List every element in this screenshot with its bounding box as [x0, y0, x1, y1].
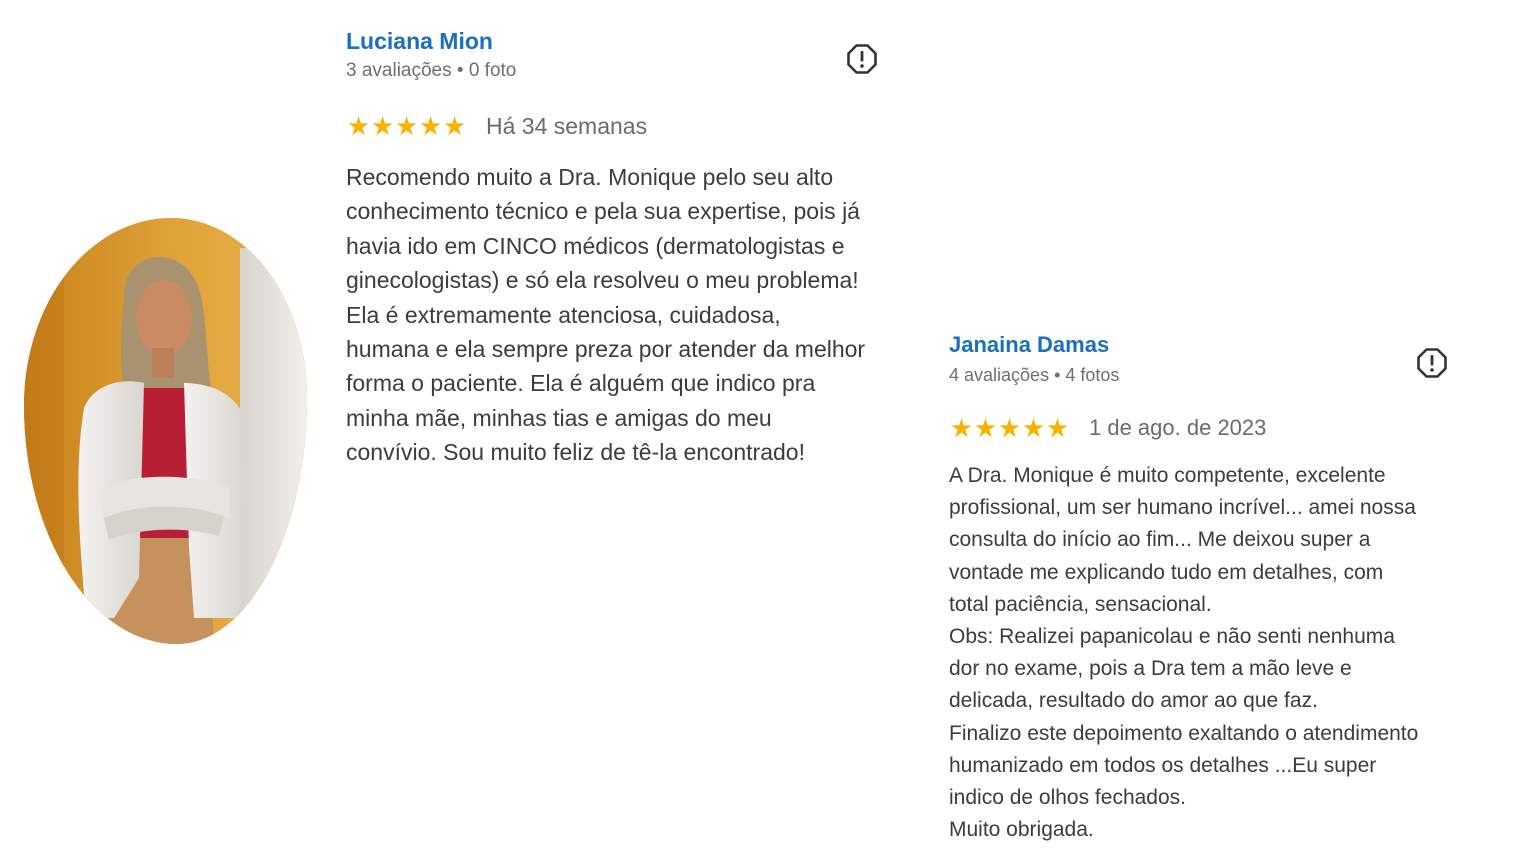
reviewer-name[interactable]: Janaina Damas [949, 330, 1489, 360]
review-date: 1 de ago. de 2023 [1089, 415, 1267, 440]
star-icon: ★ [394, 111, 418, 141]
review-text: Recomendo muito a Dra. Monique pelo seu … [346, 164, 866, 466]
rating-row: ★ ★ ★ ★ ★ Há 34 semanas [346, 112, 906, 140]
star-icon: ★ [442, 111, 466, 141]
star-icon: ★ [949, 413, 973, 443]
star-rating: ★ ★ ★ ★ ★ [346, 112, 466, 140]
reviewer-meta: 4 avaliações • 4 fotos [949, 365, 1120, 385]
star-icon: ★ [973, 413, 997, 443]
star-icon: ★ [370, 111, 394, 141]
star-icon: ★ [1021, 413, 1045, 443]
star-rating: ★ ★ ★ ★ ★ [949, 414, 1069, 442]
review-text: A Dra. Monique é muito competente, excel… [949, 464, 1419, 842]
star-icon: ★ [418, 111, 442, 141]
review-date: Há 34 semanas [486, 112, 648, 139]
reviewer-name[interactable]: Luciana Mion [346, 26, 906, 56]
reviewer-meta: 3 avaliações • 0 foto [346, 60, 517, 81]
review-card: Janaina Damas 4 avaliações • 4 fotos ★ ★ ★… [949, 330, 1489, 846]
star-icon: ★ [997, 413, 1021, 443]
report-flag-icon[interactable] [846, 43, 878, 75]
star-icon: ★ [346, 111, 370, 141]
star-icon: ★ [1045, 413, 1069, 443]
report-flag-icon[interactable] [1416, 347, 1448, 379]
review-card: Luciana Mion 3 avaliações • 0 foto ★ ★ ★ ★ ★… [346, 26, 906, 470]
rating-row: ★ ★ ★ ★ ★ 1 de ago. de 2023 [949, 414, 1489, 442]
reviews-page: Luciana Mion 3 avaliações • 0 foto ★ ★ ★ ★ ★… [0, 0, 1536, 864]
doctor-photo [24, 218, 307, 644]
